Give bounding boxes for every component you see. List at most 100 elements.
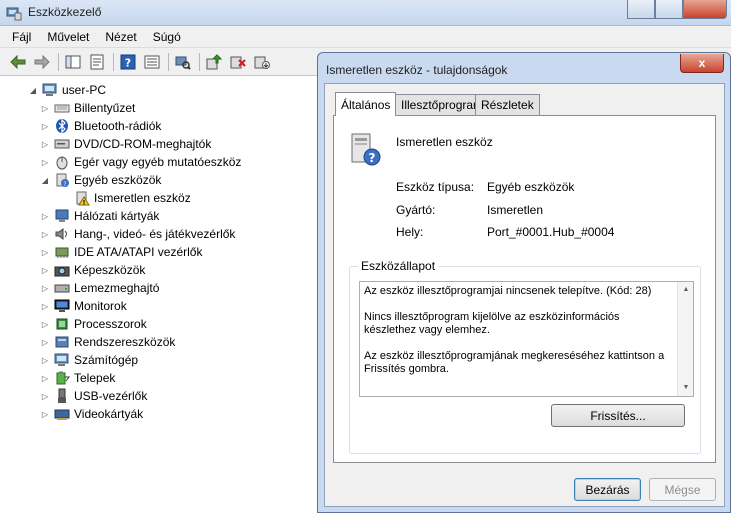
expand-arrow-icon[interactable]: ▷ (40, 230, 50, 239)
device-status-title: Eszközállapot (358, 259, 439, 273)
computer-icon (54, 353, 69, 366)
tree-item-label: Lemezmeghajtó (74, 281, 160, 295)
expand-arrow-icon[interactable]: ▷ (40, 140, 50, 149)
status-scrollbar[interactable]: ▲ ▼ (677, 282, 693, 396)
maximize-button[interactable] (655, 0, 683, 19)
disable-device-button[interactable] (252, 52, 272, 72)
tree-category-item[interactable]: ▷ Lemezmeghajtó (40, 279, 159, 297)
tree-category-item[interactable]: ▷ Számítógép (40, 351, 138, 369)
expand-arrow-icon[interactable]: ▷ (40, 302, 50, 311)
expand-arrow-icon[interactable]: ▷ (40, 320, 50, 329)
monitor-icon (54, 299, 70, 312)
expand-arrow-icon[interactable]: ▷ (40, 374, 50, 383)
tree-category-item[interactable]: ▷ Képeszközök (40, 261, 145, 279)
system-device-icon (55, 336, 69, 348)
tree-category-item[interactable]: ▷ Videokártyák (40, 405, 143, 423)
menu-help[interactable]: Súgó (145, 30, 189, 44)
tree-category-item[interactable]: ▷ Billentyűzet (40, 99, 135, 117)
manufacturer-label: Gyártó: (396, 203, 436, 217)
collapse-arrow-icon[interactable]: ◢ (28, 86, 38, 95)
minimize-button[interactable] (627, 0, 655, 19)
tree-category-item[interactable]: ◢? Egyéb eszközök (40, 171, 161, 189)
uninstall-button[interactable] (228, 52, 248, 72)
imaging-device-icon (54, 266, 70, 277)
tree-category-item[interactable]: ▷ Egér vagy egyéb mutatóeszköz (40, 153, 241, 171)
console-tree-icon (65, 55, 81, 68)
tab-general[interactable]: Általános (335, 92, 397, 116)
expand-arrow-icon[interactable]: ▷ (40, 266, 50, 275)
close-button[interactable]: Bezárás (574, 478, 641, 501)
menu-view[interactable]: Nézet (97, 30, 144, 44)
tree-item-label: Hang-, videó- és játékvezérlők (74, 227, 236, 241)
expand-arrow-icon[interactable]: ▷ (40, 104, 50, 113)
tree-category-item[interactable]: ▷ Rendszereszközök (40, 333, 175, 351)
back-arrow-icon (10, 54, 26, 69)
update-driver-button[interactable] (204, 52, 224, 72)
tree-category-item[interactable]: ▷ Telepek (40, 369, 115, 387)
help-button[interactable]: ? (118, 52, 138, 72)
expand-arrow-icon[interactable]: ▷ (40, 122, 50, 131)
expand-arrow-icon[interactable]: ▷ (40, 392, 50, 401)
device-tree[interactable]: ◢ user-PC ▷ Billentyűzet ▷ Bluetooth-rádiók… (0, 76, 320, 513)
menu-action[interactable]: Művelet (39, 30, 97, 44)
tree-root[interactable]: ◢ user-PC (28, 81, 106, 99)
tree-category-item[interactable]: ▷ USB-vezérlők (40, 387, 147, 405)
tree-category-item[interactable]: ▷ DVD/CD-ROM-meghajtók (40, 135, 211, 153)
device-status-textbox[interactable]: Az eszköz illesztőprogramjai nincsenek t… (359, 281, 694, 397)
expand-arrow-icon[interactable]: ▷ (40, 338, 50, 347)
expand-arrow-icon[interactable]: ▷ (40, 248, 50, 257)
main-title-bar[interactable]: Eszközkezelő (0, 0, 731, 26)
expand-arrow-icon[interactable]: ▷ (40, 284, 50, 293)
collapse-arrow-icon[interactable]: ◢ (40, 176, 50, 185)
scroll-up-icon[interactable]: ▲ (678, 282, 694, 298)
mouse-icon (56, 156, 68, 170)
svg-text:!: ! (83, 200, 86, 207)
tree-category-item[interactable]: ▷ IDE ATA/ATAPI vezérlők (40, 243, 203, 261)
tree-category-item[interactable]: ▷ Processzorok (40, 315, 147, 333)
tree-category-item[interactable]: ▷ Hang-, videó- és játékvezérlők (40, 225, 236, 243)
tree-item-label: Számítógép (74, 353, 139, 367)
back-button[interactable] (8, 52, 28, 72)
tree-category-item[interactable]: ▷ Monitorok (40, 297, 127, 315)
expand-arrow-icon[interactable]: ▷ (40, 158, 50, 167)
expand-arrow-icon[interactable]: ▷ (40, 212, 50, 221)
window-close-button[interactable] (683, 0, 727, 19)
tree-item-label: DVD/CD-ROM-meghajtók (74, 137, 212, 151)
tab-details[interactable]: Részletek (475, 94, 540, 115)
tree-category-item[interactable]: ▷ Hálózati kártyák (40, 207, 159, 225)
expand-arrow-icon[interactable]: ▷ (40, 410, 50, 419)
status-line-1: Az eszköz illesztőprogramjai nincsenek t… (364, 285, 652, 297)
cancel-button[interactable]: Mégse (649, 478, 716, 501)
dialog-body: Általános Illesztőprogram Részletek ? Is… (324, 83, 725, 507)
properties-button[interactable] (87, 52, 107, 72)
help-icon: ? (120, 54, 136, 69)
update-driver-dialog-button[interactable]: Frissítés... (551, 404, 685, 427)
tree-item-label: USB-vezérlők (74, 389, 148, 403)
other-devices-icon: ? (56, 173, 69, 188)
dialog-title: Ismeretlen eszköz - tulajdonságok (326, 63, 508, 77)
tree-child-item[interactable]: ! Ismeretlen eszköz (60, 189, 191, 207)
view-button[interactable] (142, 52, 162, 72)
toolbar-separator (113, 52, 114, 71)
tree-item-label: Billentyűzet (74, 101, 136, 115)
menu-file[interactable]: Fájl (4, 30, 39, 44)
dvd-drive-icon (54, 139, 70, 149)
dialog-close-button[interactable]: x (680, 54, 724, 73)
show-hide-tree-button[interactable] (63, 52, 83, 72)
tree-item-label: Ismeretlen eszköz (94, 191, 191, 205)
expand-arrow-icon[interactable]: ▷ (40, 356, 50, 365)
keyboard-icon (54, 104, 70, 113)
scan-hardware-button[interactable] (173, 52, 193, 72)
device-type-label: Eszköz típusa: (396, 180, 475, 194)
disk-drive-icon (54, 284, 70, 293)
computer-icon (42, 83, 57, 96)
svg-text:?: ? (63, 181, 66, 188)
forward-button[interactable] (32, 52, 52, 72)
tree-item-label: IDE ATA/ATAPI vezérlők (74, 245, 203, 259)
window-title: Eszközkezelő (28, 5, 102, 19)
tree-category-item[interactable]: ▷ Bluetooth-rádiók (40, 117, 161, 135)
device-type-value: Egyéb eszközök (487, 180, 575, 194)
device-name: Ismeretlen eszköz (396, 135, 493, 149)
svg-text:?: ? (369, 151, 376, 165)
scroll-down-icon[interactable]: ▼ (678, 380, 694, 396)
